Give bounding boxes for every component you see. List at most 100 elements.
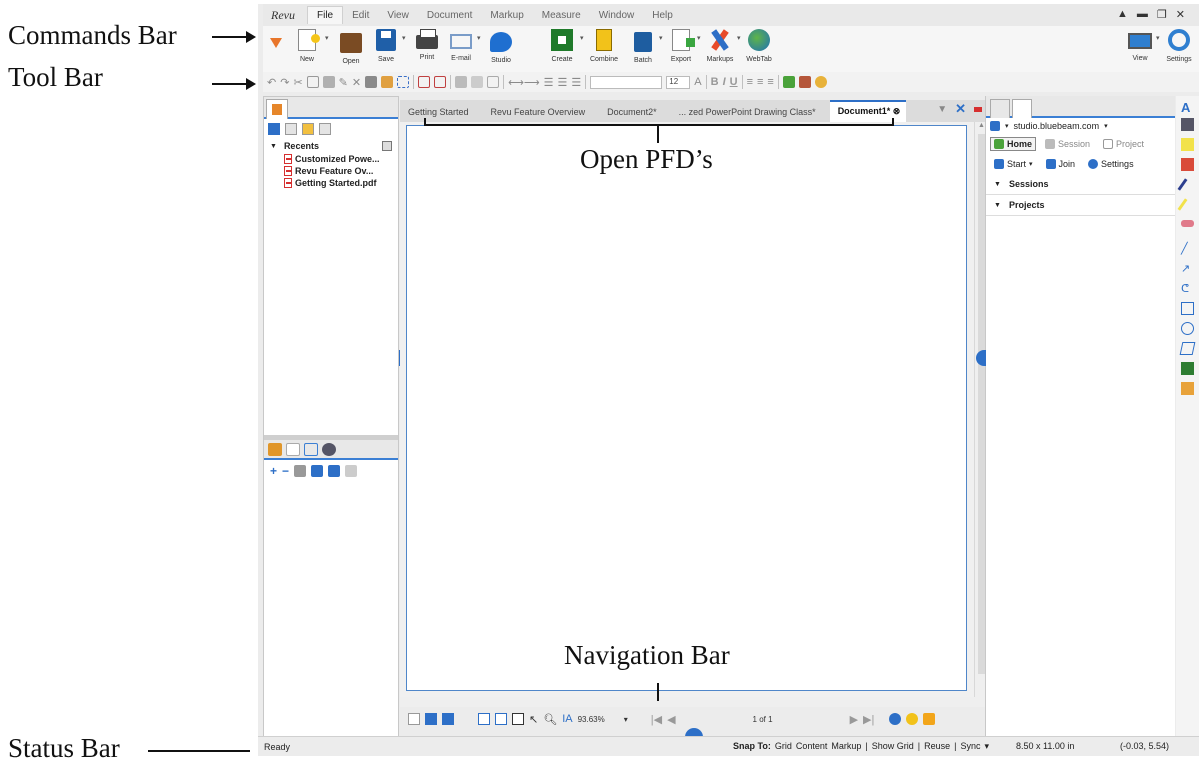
ellipse-icon[interactable] bbox=[1181, 322, 1194, 335]
bookmark-pin-icon[interactable] bbox=[311, 465, 324, 477]
hatch-icon[interactable] bbox=[487, 76, 500, 88]
stamp-tool-icon[interactable] bbox=[798, 76, 811, 88]
next-page-icon[interactable]: ▶ bbox=[850, 713, 858, 726]
snapshot-icon[interactable] bbox=[381, 76, 394, 88]
check-markup-icon[interactable] bbox=[782, 76, 795, 88]
pen-icon[interactable] bbox=[1177, 178, 1188, 191]
page-indicator[interactable]: 1 of 1 bbox=[753, 715, 773, 724]
session-button[interactable]: Session bbox=[1041, 137, 1094, 151]
doc-tab-active[interactable]: Document1* ⊗ bbox=[829, 100, 907, 122]
select-arrow-icon[interactable]: ↖ bbox=[529, 713, 538, 726]
batch-button[interactable]: Batch bbox=[623, 29, 663, 64]
open-button[interactable]: Open bbox=[331, 29, 371, 65]
join-button[interactable]: Join bbox=[1042, 157, 1080, 171]
image-icon[interactable] bbox=[1181, 362, 1194, 375]
view-button[interactable]: View bbox=[1120, 29, 1160, 62]
horizontal-scrollbar[interactable] bbox=[400, 697, 988, 707]
studio-settings-button[interactable]: Settings bbox=[1084, 157, 1138, 171]
polygon-icon[interactable] bbox=[1179, 342, 1196, 355]
typewriter-icon[interactable] bbox=[1181, 118, 1194, 131]
add-bookmark-icon[interactable]: + bbox=[270, 464, 277, 478]
properties-globe-icon[interactable] bbox=[322, 443, 336, 456]
remove-bookmark-icon[interactable]: − bbox=[282, 464, 289, 478]
thumbnail-view-icon[interactable] bbox=[302, 123, 314, 135]
list-view-icon[interactable] bbox=[285, 123, 297, 135]
bookmark-edit-icon[interactable] bbox=[294, 465, 307, 477]
first-page-icon[interactable]: |◀ bbox=[651, 713, 662, 726]
thumbnails-icon[interactable] bbox=[304, 443, 318, 456]
close-document-icon[interactable]: ✕ bbox=[955, 101, 966, 117]
select-area-icon[interactable] bbox=[397, 76, 410, 88]
format-painter-icon[interactable]: ✎ bbox=[339, 76, 348, 89]
sessions-section[interactable]: ▼ Sessions bbox=[986, 174, 1175, 195]
font-family-select[interactable] bbox=[590, 75, 663, 89]
line-icon[interactable]: ╱ bbox=[1181, 242, 1194, 255]
continuous-page-icon[interactable] bbox=[425, 713, 437, 725]
last-page-icon[interactable]: ▶| bbox=[863, 713, 874, 726]
export-button[interactable]: Export bbox=[661, 29, 701, 63]
doc-tab[interactable]: Getting Started bbox=[400, 103, 483, 122]
text-box-icon[interactable]: A bbox=[1181, 100, 1194, 115]
recent-files-icon[interactable] bbox=[268, 123, 280, 135]
polyline-icon[interactable]: ᕦ bbox=[1181, 282, 1194, 295]
flatten-icon[interactable] bbox=[434, 76, 447, 88]
project-button[interactable]: Project bbox=[1099, 137, 1148, 151]
menu-help[interactable]: Help bbox=[643, 7, 682, 24]
tab-list-icon[interactable]: ▼ bbox=[937, 104, 947, 115]
snap-content-toggle[interactable]: Content bbox=[796, 741, 828, 752]
line-style-icon[interactable]: ⟷⟶ bbox=[508, 76, 540, 89]
zoom-dropdown-icon[interactable]: ▾ bbox=[624, 715, 628, 724]
email-button[interactable]: E-mail bbox=[441, 29, 481, 62]
align-left-icon[interactable]: ≡ bbox=[747, 76, 753, 88]
quick-menu-icon[interactable] bbox=[270, 38, 282, 48]
doc-tab[interactable]: Revu Feature Overview bbox=[482, 103, 600, 122]
home-button[interactable]: Home bbox=[990, 137, 1037, 151]
user-icon[interactable] bbox=[889, 713, 902, 725]
menu-measure[interactable]: Measure bbox=[533, 7, 590, 24]
menu-markup[interactable]: Markup bbox=[481, 7, 532, 24]
highlighter-icon[interactable] bbox=[1177, 198, 1188, 211]
bookmark-remove-icon[interactable] bbox=[345, 465, 358, 477]
lock-icon[interactable] bbox=[923, 713, 936, 725]
delete-icon[interactable]: ✕ bbox=[352, 76, 361, 89]
server-menu-icon[interactable]: ▾ bbox=[1104, 122, 1108, 130]
redo-icon[interactable]: ↷ bbox=[280, 76, 289, 89]
arrow-icon[interactable]: ↗ bbox=[1181, 262, 1194, 275]
studio-button[interactable]: Studio bbox=[481, 29, 521, 64]
layers-icon[interactable] bbox=[268, 443, 282, 456]
previous-page-icon[interactable]: ◀ bbox=[667, 713, 675, 726]
snap-markup-toggle[interactable]: Markup bbox=[831, 741, 861, 752]
align-center-icon[interactable]: ≡ bbox=[757, 76, 763, 88]
restore-icon[interactable]: ❐ bbox=[1157, 8, 1167, 21]
stamp-icon[interactable] bbox=[365, 76, 378, 88]
eraser-icon[interactable] bbox=[1181, 220, 1194, 227]
copy-icon[interactable] bbox=[306, 76, 319, 88]
stamp-tool-icon[interactable] bbox=[1181, 382, 1194, 395]
menu-edit[interactable]: Edit bbox=[343, 7, 378, 24]
paste-icon[interactable] bbox=[322, 76, 335, 88]
lightbulb-icon[interactable] bbox=[906, 713, 919, 725]
pdf-page[interactable] bbox=[406, 125, 967, 691]
markups-button[interactable]: Markups bbox=[700, 29, 740, 63]
menu-view[interactable]: View bbox=[378, 7, 418, 24]
font-size-select[interactable]: 12 bbox=[666, 75, 691, 89]
close-tab-icon[interactable]: ⊗ bbox=[893, 106, 901, 116]
email-dropdown-icon[interactable]: ▾ bbox=[477, 34, 481, 42]
save-button[interactable]: Save bbox=[366, 29, 406, 63]
close-window-icon[interactable]: ✕ bbox=[1176, 8, 1185, 21]
document-canvas[interactable]: ▲ bbox=[400, 122, 988, 697]
recents-options-icon[interactable] bbox=[382, 141, 392, 151]
note-icon[interactable] bbox=[1181, 138, 1194, 151]
show-grid-toggle[interactable]: Show Grid bbox=[872, 741, 914, 752]
italic-button[interactable]: I bbox=[723, 76, 726, 88]
bookmarks-icon[interactable] bbox=[286, 443, 300, 456]
studio-server-row[interactable]: ▾ studio.bluebeam.com ▾ bbox=[986, 118, 1175, 134]
projects-section[interactable]: ▼ Projects bbox=[986, 195, 1175, 216]
collapse-right-panel-icon[interactable] bbox=[976, 350, 986, 366]
sync-dropdown-icon[interactable]: ▾ bbox=[984, 741, 989, 752]
reuse-toggle[interactable]: Reuse bbox=[924, 741, 950, 752]
attachment-icon[interactable] bbox=[814, 76, 827, 88]
doc-tab[interactable]: Document2* bbox=[599, 103, 671, 122]
recents-header[interactable]: ▼ Recents bbox=[264, 139, 398, 153]
fit-width-icon[interactable] bbox=[495, 713, 507, 725]
